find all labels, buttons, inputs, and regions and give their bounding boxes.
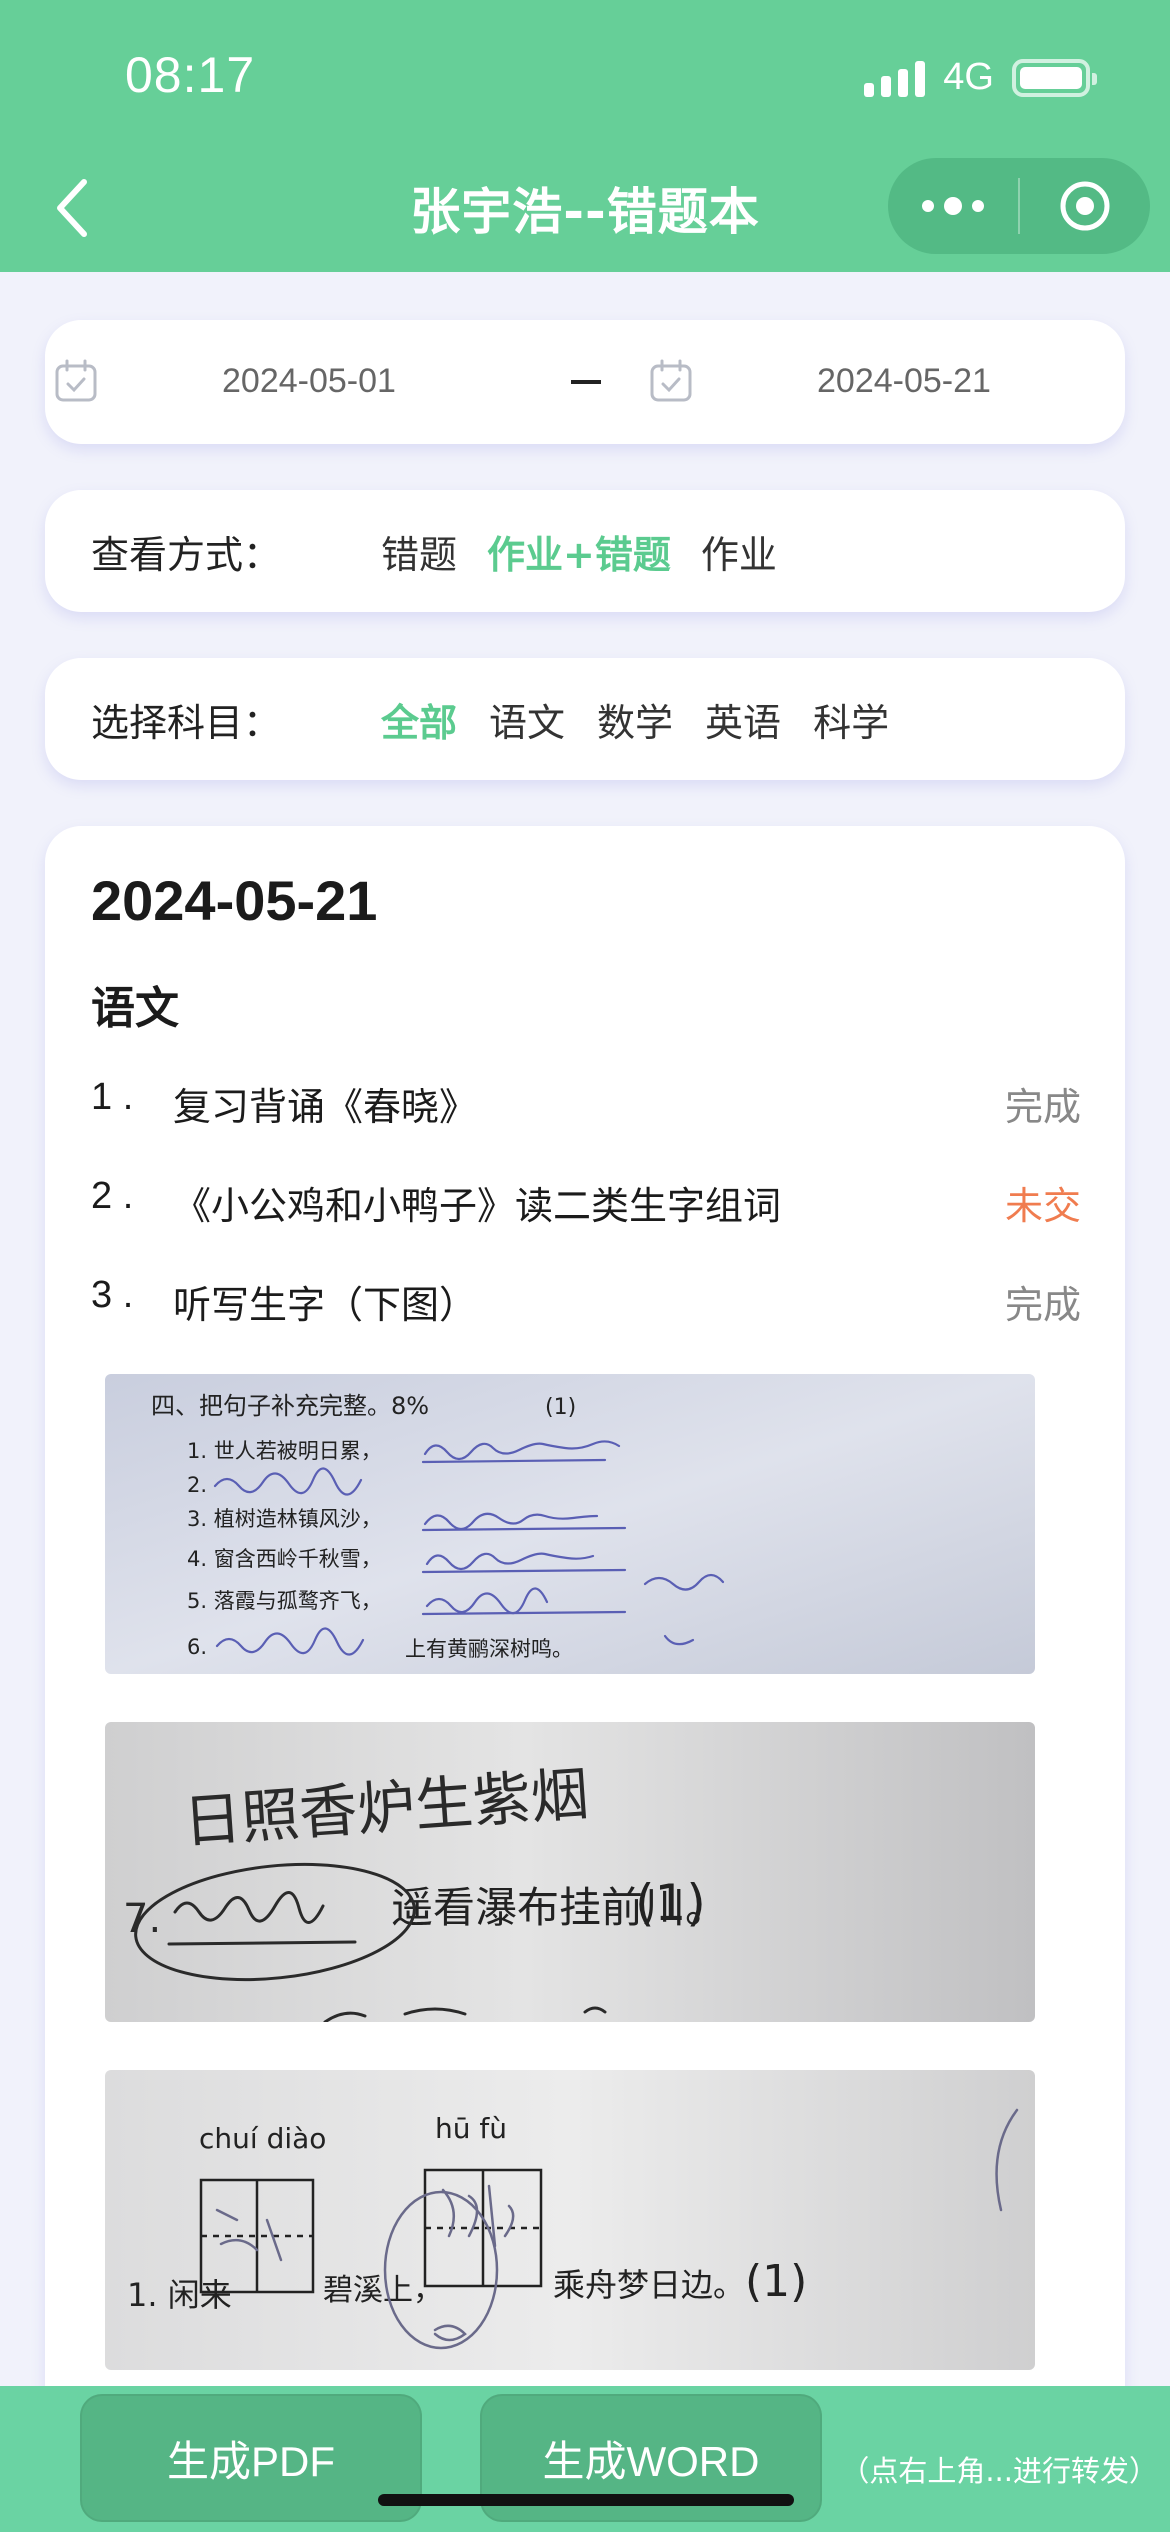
task-item[interactable]: 2 . 《小公鸡和小鸭子》读二类生字组词 未交 (91, 1175, 1081, 1235)
mini-program-capsule (888, 158, 1150, 254)
start-date-field[interactable]: 2024-05-01 (222, 362, 396, 401)
date-separator (571, 380, 601, 384)
record-card: 2024-05-21 语文 1 . 复习背诵《春晓》 完成 2 . 《小公鸡和小… (45, 826, 1125, 2532)
more-button[interactable] (888, 158, 1018, 254)
view-mode-option-homework[interactable]: 作业 (701, 524, 777, 579)
worksheet-pinyin: chuí diào (199, 2122, 326, 2155)
worksheet-photo[interactable]: chuí diào hū fù 1. 闲来 碧溪上， 乘舟梦日边。 (1) (105, 2070, 1035, 2370)
worksheet-line: 乘舟梦日边。 (553, 2266, 745, 2304)
record-subject: 语文 (91, 983, 179, 1034)
subject-option-science[interactable]: 科学 (813, 692, 889, 747)
date-range-card: 2024-05-01 2024-05-21 (45, 320, 1125, 444)
signal-icon (864, 59, 926, 97)
worksheet-photo[interactable]: 日照香炉生紫烟 7. 遥看瀑布挂前川。 (1) (105, 1722, 1035, 2022)
task-status: 未交 (1004, 1184, 1081, 1228)
close-button[interactable] (1020, 158, 1150, 254)
task-number: 2 . (91, 1175, 134, 1217)
task-status: 完成 (1004, 1085, 1081, 1129)
more-dot-icon (972, 200, 984, 212)
subject-option-math[interactable]: 数学 (597, 692, 673, 747)
worksheet-line: 6. (187, 1635, 207, 1659)
battery-icon (1012, 58, 1097, 97)
target-close-icon (1060, 181, 1110, 231)
worksheet-pinyin: hū fù (435, 2112, 507, 2145)
task-number: 1 . (91, 1076, 134, 1118)
view-mode-card: 查看方式： 错题 作业+错题 作业 (45, 490, 1125, 612)
more-dot-icon (922, 200, 934, 212)
task-text: 听写生字（下图） (173, 1283, 478, 1327)
home-indicator (378, 2494, 794, 2506)
worksheet-heading: 四、把句子补充完整。8% (151, 1392, 429, 1420)
view-mode-label: 查看方式： (91, 532, 282, 577)
svg-text:(1): (1) (745, 2256, 807, 2307)
subject-option-chinese[interactable]: 语文 (489, 692, 565, 747)
svg-text:(1): (1) (635, 1874, 706, 1932)
subject-option-all[interactable]: 全部 (381, 692, 457, 747)
share-hint: （点右上角...进行转发） (840, 2454, 1158, 2488)
worksheet-photo[interactable]: 四、把句子补充完整。8% (1) 1. 世人若被明日累， 2. 3. 植树造林镇… (105, 1374, 1035, 1674)
worksheet-line: 4. 窗含西岭千秋雪， (187, 1547, 382, 1571)
subject-filter-card: 选择科目： 全部 语文 数学 英语 科学 (45, 658, 1125, 780)
task-number: 3 . (91, 1274, 134, 1316)
status-icons: 4G (864, 56, 1097, 99)
view-mode-option-homework-mistakes[interactable]: 作业+错题 (487, 524, 671, 579)
subject-filter-label: 选择科目： (91, 700, 282, 745)
worksheet-line: 1. 世人若被明日累， (187, 1439, 382, 1463)
worksheet-line: 上有黄鹂深树鸣。 (405, 1637, 573, 1661)
network-type: 4G (943, 56, 994, 98)
header: 08:17 4G 张宇浩--错题本 (0, 0, 1170, 272)
task-status: 完成 (1004, 1283, 1081, 1327)
worksheet-line: 2. (187, 1473, 207, 1497)
task-text: 复习背诵《春晓》 (173, 1085, 478, 1129)
calendar-icon[interactable] (648, 358, 694, 404)
end-date-field[interactable]: 2024-05-21 (817, 362, 991, 401)
record-date: 2024-05-21 (91, 869, 378, 932)
view-mode-option-mistakes[interactable]: 错题 (381, 524, 457, 579)
worksheet-line: 碧溪上， (323, 2273, 443, 2308)
worksheet-line: 5. 落霞与孤鹜齐飞， (187, 1589, 382, 1613)
subject-option-english[interactable]: 英语 (705, 692, 781, 747)
svg-text:(1): (1) (545, 1395, 576, 1420)
task-item[interactable]: 3 . 听写生字（下图） 完成 (91, 1274, 1081, 1334)
more-dot-icon (944, 197, 962, 215)
task-text: 《小公鸡和小鸭子》读二类生字组词 (173, 1184, 782, 1228)
status-time: 08:17 (125, 47, 256, 103)
task-item[interactable]: 1 . 复习背诵《春晓》 完成 (91, 1076, 1081, 1136)
calendar-icon[interactable] (53, 358, 99, 404)
generate-pdf-button[interactable]: 生成PDF (80, 2394, 422, 2522)
worksheet-line: 3. 植树造林镇风沙， (187, 1507, 382, 1531)
worksheet-line: 1. 闲来 (127, 2276, 232, 2314)
